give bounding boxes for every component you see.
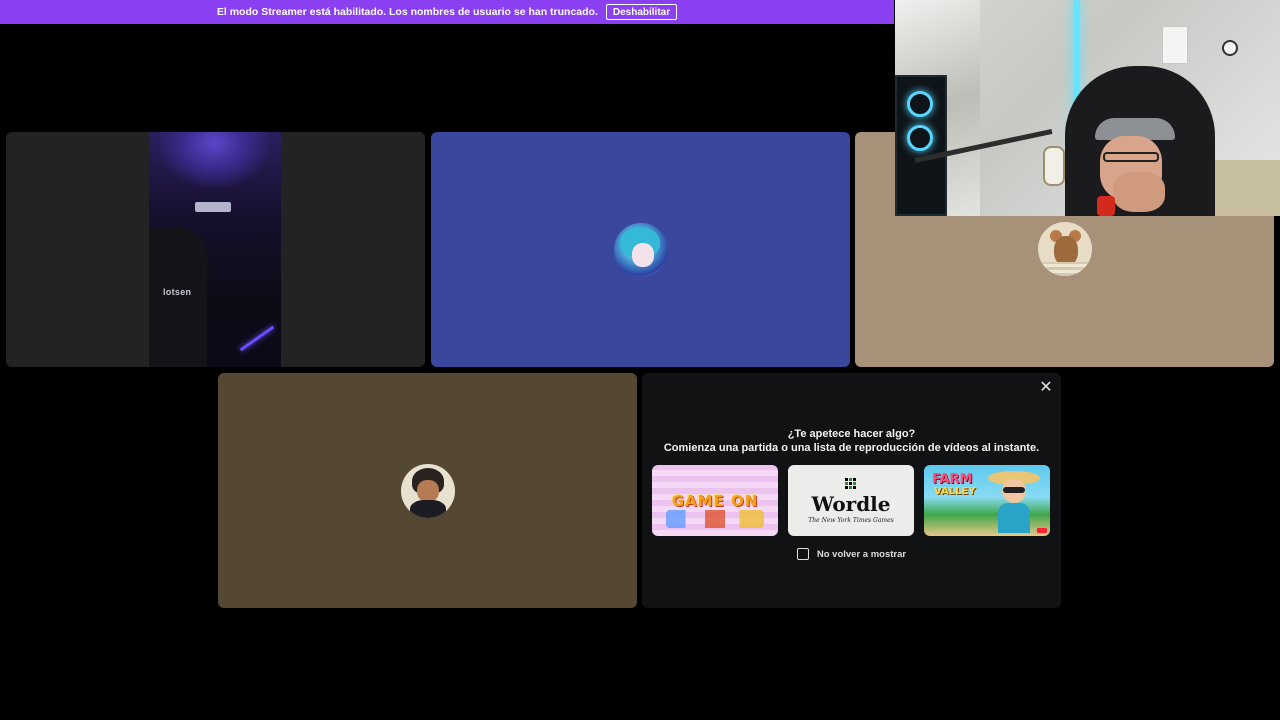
activity-card-game-on[interactable]: GAME ON bbox=[652, 465, 778, 536]
streamer-webcam-overlay bbox=[895, 0, 1280, 216]
participant-tile-avatar-1[interactable] bbox=[431, 132, 850, 367]
participant-tile-avatar-3[interactable] bbox=[218, 373, 637, 608]
mouse-cartoon-avatar bbox=[1037, 222, 1092, 276]
wordle-logo: Wordle bbox=[811, 491, 891, 516]
dont-show-again-option[interactable]: No volver a mostrar bbox=[642, 548, 1061, 560]
air-conditioner bbox=[195, 202, 231, 212]
microphone bbox=[1043, 146, 1065, 186]
shirt-logo-text: lotsen bbox=[163, 287, 192, 297]
activity-cards: GAME ON Wordle The New York Times Games … bbox=[652, 465, 1051, 537]
activity-subtitle: Comienza una partida o una lista de repr… bbox=[663, 442, 1040, 454]
activity-suggestion-panel: ✕ ¿Te apetece hacer algo? Comienza una p… bbox=[642, 373, 1061, 608]
pc-fan bbox=[907, 125, 933, 151]
participant-silhouette bbox=[149, 227, 207, 367]
avatar-face bbox=[631, 242, 654, 267]
wall-picture bbox=[1162, 26, 1188, 64]
streamer-glasses bbox=[1103, 152, 1159, 162]
anime-blue-hair-avatar bbox=[613, 222, 668, 277]
streamer-mode-banner: El modo Streamer está habilitado. Los no… bbox=[0, 0, 894, 24]
avatar-stripes bbox=[1037, 262, 1092, 276]
gaming-pc bbox=[895, 75, 947, 216]
activity-title: ¿Te apetece hacer algo? bbox=[787, 428, 916, 440]
wordle-grid-icon bbox=[845, 477, 857, 490]
red-cup bbox=[1097, 196, 1115, 216]
character-top bbox=[998, 503, 1030, 533]
activity-card-wordle[interactable]: Wordle The New York Times Games bbox=[788, 465, 914, 536]
call-stage: El modo Streamer está habilitado. Los no… bbox=[0, 0, 1280, 720]
sunglasses bbox=[1003, 487, 1025, 493]
participant-video-feed: lotsen bbox=[149, 132, 281, 367]
disable-streamer-mode-button[interactable]: Deshabilitar bbox=[605, 4, 678, 20]
pc-fan bbox=[907, 91, 933, 117]
close-icon[interactable]: ✕ bbox=[1036, 378, 1056, 398]
avatar-face bbox=[416, 479, 439, 502]
streamer-hand bbox=[1113, 172, 1165, 212]
wordle-publisher: The New York Times Games bbox=[808, 516, 894, 524]
dont-show-again-checkbox[interactable] bbox=[796, 548, 809, 560]
streamer-mode-message: El modo Streamer está habilitado. Los no… bbox=[216, 6, 598, 18]
new-badge bbox=[1037, 528, 1047, 533]
farm-logo-sub: VALLEY bbox=[934, 486, 976, 497]
neon-light bbox=[239, 325, 275, 352]
farm-logo: FARM bbox=[932, 472, 973, 487]
wall-clock bbox=[1222, 40, 1238, 56]
farm-character bbox=[988, 471, 1040, 533]
avatar-suit bbox=[409, 499, 446, 518]
game-on-logo: GAME ON bbox=[671, 491, 759, 510]
anime-suit-avatar bbox=[400, 463, 455, 518]
game-on-characters bbox=[666, 510, 764, 528]
participant-tile-video[interactable]: lotsen bbox=[6, 132, 425, 367]
room-light bbox=[159, 132, 269, 187]
activity-card-farm-merge-valley[interactable]: FARM VALLEY bbox=[924, 465, 1050, 536]
dont-show-again-label: No volver a mostrar bbox=[816, 548, 907, 560]
